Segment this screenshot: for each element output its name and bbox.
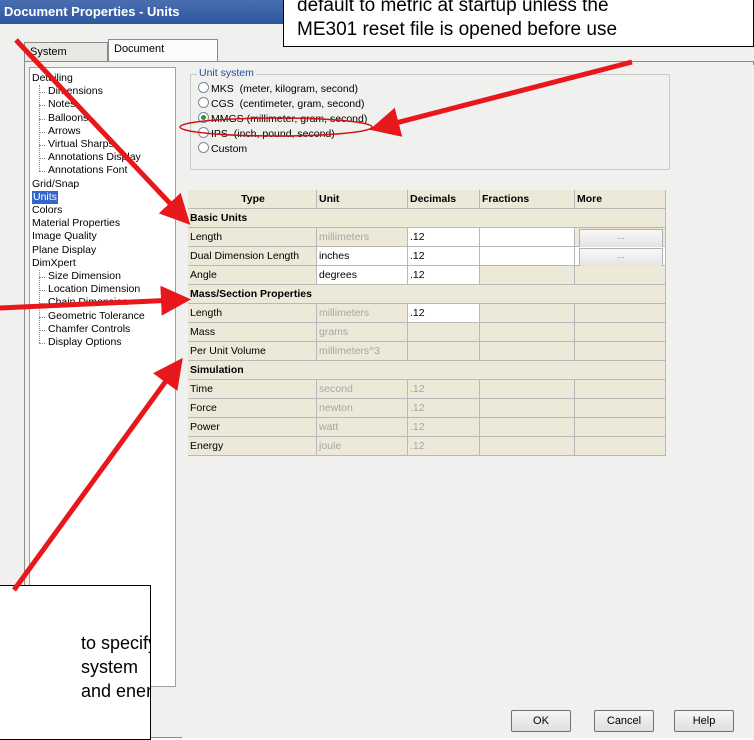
mmgs-highlight-ellipse (179, 117, 373, 137)
annotation-arrows (0, 38, 633, 592)
arrow-to-simulation (11, 357, 183, 592)
arrow-to-mmgs (369, 59, 633, 137)
arrow-to-mass-section (0, 285, 191, 316)
arrow-to-units-table (14, 38, 191, 225)
